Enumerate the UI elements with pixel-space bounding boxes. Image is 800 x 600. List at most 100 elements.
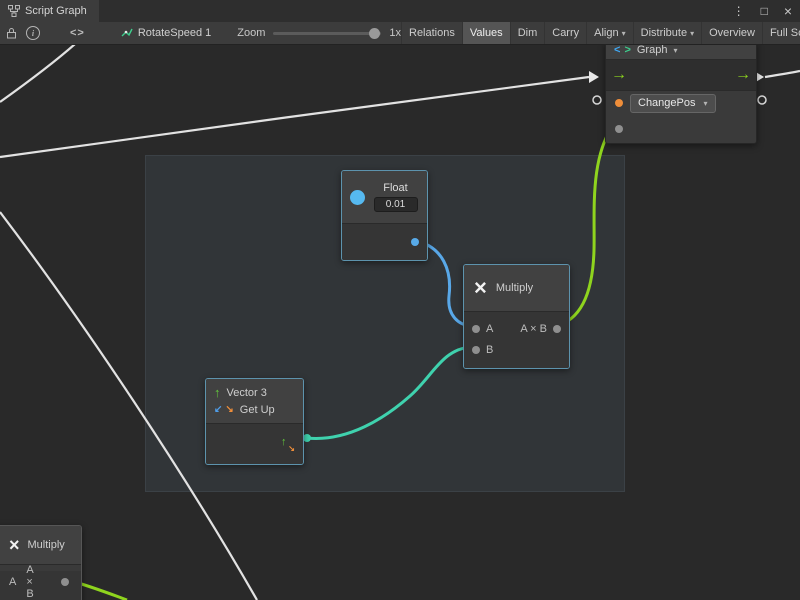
multiply-icon: ×: [474, 277, 487, 299]
breadcrumb-label: RotateSpeed 1: [138, 27, 211, 39]
unconnected-port-left[interactable]: [593, 96, 601, 104]
graph-extra-port[interactable]: [615, 125, 623, 133]
node-graph-io[interactable]: < > Graph ▾ → → ChangePos ▾: [605, 44, 757, 144]
dim-label: Dim: [518, 27, 538, 39]
graph-node-footer: [606, 115, 756, 143]
toolbar-buttons: Relations Values Dim Carry Align ▾ Distr…: [401, 22, 800, 44]
down-left-arrow-icon: ↙: [214, 405, 222, 415]
graph-node-header[interactable]: < > Graph ▾: [606, 44, 756, 60]
multiply-node-header[interactable]: × Multiply: [464, 265, 569, 312]
code-view-icon[interactable]: <>: [70, 22, 85, 44]
getup-node-title: Vector 3: [227, 387, 267, 399]
graph-node-title: Graph: [637, 44, 668, 56]
changepos-dropdown-label: ChangePos: [638, 97, 696, 109]
graph-variable-row: ChangePos ▾: [606, 91, 756, 115]
graph-canvas[interactable]: Float 0.01 × Multiply A A × B: [0, 44, 800, 600]
overview-label: Overview: [709, 27, 755, 39]
window-menu-icon[interactable]: ⋮: [725, 0, 753, 22]
values-button[interactable]: Values: [462, 22, 510, 44]
flow-input-arrow-icon[interactable]: →: [611, 67, 627, 83]
dim-button[interactable]: Dim: [510, 22, 545, 44]
graph-asset-icon: [121, 27, 133, 39]
values-label: Values: [470, 27, 503, 39]
getup-node-body: ↑ ↘: [206, 424, 303, 464]
float-type-icon: [350, 190, 365, 205]
multiply-output-port[interactable]: [553, 325, 561, 333]
getup-node-header[interactable]: ↑ Vector 3 ↙ ↘ Get Up: [206, 379, 303, 424]
relations-button[interactable]: Relations: [401, 22, 462, 44]
mini-up-arrow-icon: ↑: [281, 436, 287, 448]
info-glyph: i: [32, 29, 34, 38]
flow-arrowhead-left: [589, 71, 599, 83]
unconnected-port-right[interactable]: [758, 96, 766, 104]
node-multiply[interactable]: × Multiply A A × B B: [463, 264, 570, 369]
multiply-input-a-label: A: [486, 323, 493, 335]
vector3-value-icon: ↑ ↘: [280, 438, 293, 451]
mini-down-right-arrow-icon: ↘: [288, 444, 295, 453]
overview-button[interactable]: Overview: [701, 22, 762, 44]
wire-offscreen-topleft[interactable]: [0, 44, 75, 102]
multiply-input-a-port[interactable]: [472, 325, 480, 333]
zoom-slider-handle[interactable]: [369, 28, 380, 39]
fullscreen-label: Full Screen: [770, 27, 800, 39]
getup-output-port[interactable]: [303, 434, 311, 442]
script-graph-icon: [8, 5, 20, 17]
down-right-arrow-icon: ↘: [225, 405, 233, 415]
wire-getup-to-multiply-b[interactable]: [307, 347, 471, 438]
multiply-icon: ×: [9, 536, 20, 554]
float-output-port[interactable]: [411, 238, 419, 246]
chevron-down-icon: ▾: [622, 29, 626, 38]
multiply-row-a: A A × B: [464, 318, 569, 339]
vs-chevron-left-icon: <: [614, 44, 620, 56]
breadcrumb[interactable]: RotateSpeed 1: [121, 27, 211, 39]
multiply2-node-header[interactable]: × Multiply: [0, 526, 81, 565]
float-node-title: Float: [383, 182, 407, 194]
zoom-value: 1x: [389, 27, 401, 39]
lock-icon[interactable]: [6, 22, 17, 44]
float-node-body: [342, 224, 427, 260]
multiply2-row-a: A A × B: [0, 571, 81, 593]
multiply-input-b-port[interactable]: [472, 346, 480, 354]
multiply-node-title: Multiply: [496, 282, 533, 294]
tab-title: Script Graph: [25, 5, 87, 17]
multiply-input-b-label: B: [486, 344, 493, 356]
distribute-button[interactable]: Distribute ▾: [633, 22, 701, 44]
title-bar: Script Graph ⋮ □ ×: [0, 0, 800, 23]
wire-offscreen-to-graph-input[interactable]: [0, 77, 589, 157]
chevron-down-icon: ▾: [704, 99, 708, 108]
carry-button[interactable]: Carry: [544, 22, 586, 44]
up-arrow-icon: ↑: [214, 386, 221, 399]
float-value-input[interactable]: 0.01: [374, 197, 418, 212]
node-multiply-partial[interactable]: × Multiply A A × B: [0, 525, 82, 600]
align-label: Align: [594, 27, 618, 39]
multiply2-node-title: Multiply: [28, 539, 65, 551]
multiply-output-label: A × B: [520, 323, 547, 335]
distribute-label: Distribute: [641, 27, 687, 39]
getup-node-subtitle: Get Up: [240, 404, 275, 416]
maximize-icon[interactable]: □: [753, 0, 776, 22]
node-get-up[interactable]: ↑ Vector 3 ↙ ↘ Get Up ↑ ↘: [205, 378, 304, 465]
close-icon[interactable]: ×: [776, 0, 800, 22]
multiply2-node-body: A A × B: [0, 571, 81, 600]
wire-graph-output-offscreen[interactable]: [765, 71, 800, 77]
chevron-down-icon: ▾: [673, 46, 677, 55]
relations-label: Relations: [409, 27, 455, 39]
fullscreen-button[interactable]: Full Screen: [762, 22, 800, 44]
vs-chevron-right-icon: >: [624, 44, 630, 56]
multiply2-output-label: A × B: [26, 564, 41, 600]
changepos-dropdown[interactable]: ChangePos ▾: [630, 94, 716, 113]
multiply2-output-port[interactable]: [61, 578, 69, 586]
flow-output-arrow-icon[interactable]: →: [735, 67, 751, 83]
float-node-header[interactable]: Float 0.01: [342, 171, 427, 224]
align-button[interactable]: Align ▾: [586, 22, 632, 44]
multiply-row-b: B: [464, 339, 569, 360]
tab-script-graph[interactable]: Script Graph: [0, 0, 99, 22]
graph-toolbar: i <> RotateSpeed 1 Zoom 1x Relations Val…: [0, 22, 800, 45]
zoom-slider[interactable]: [273, 32, 381, 35]
zoom-label: Zoom: [237, 27, 265, 39]
node-float[interactable]: Float 0.01: [341, 170, 428, 261]
changepos-input-port[interactable]: [615, 99, 623, 107]
info-icon[interactable]: i: [26, 22, 40, 44]
graph-flow-row: → →: [606, 60, 756, 91]
multiply-node-body: A A × B B: [464, 312, 569, 368]
